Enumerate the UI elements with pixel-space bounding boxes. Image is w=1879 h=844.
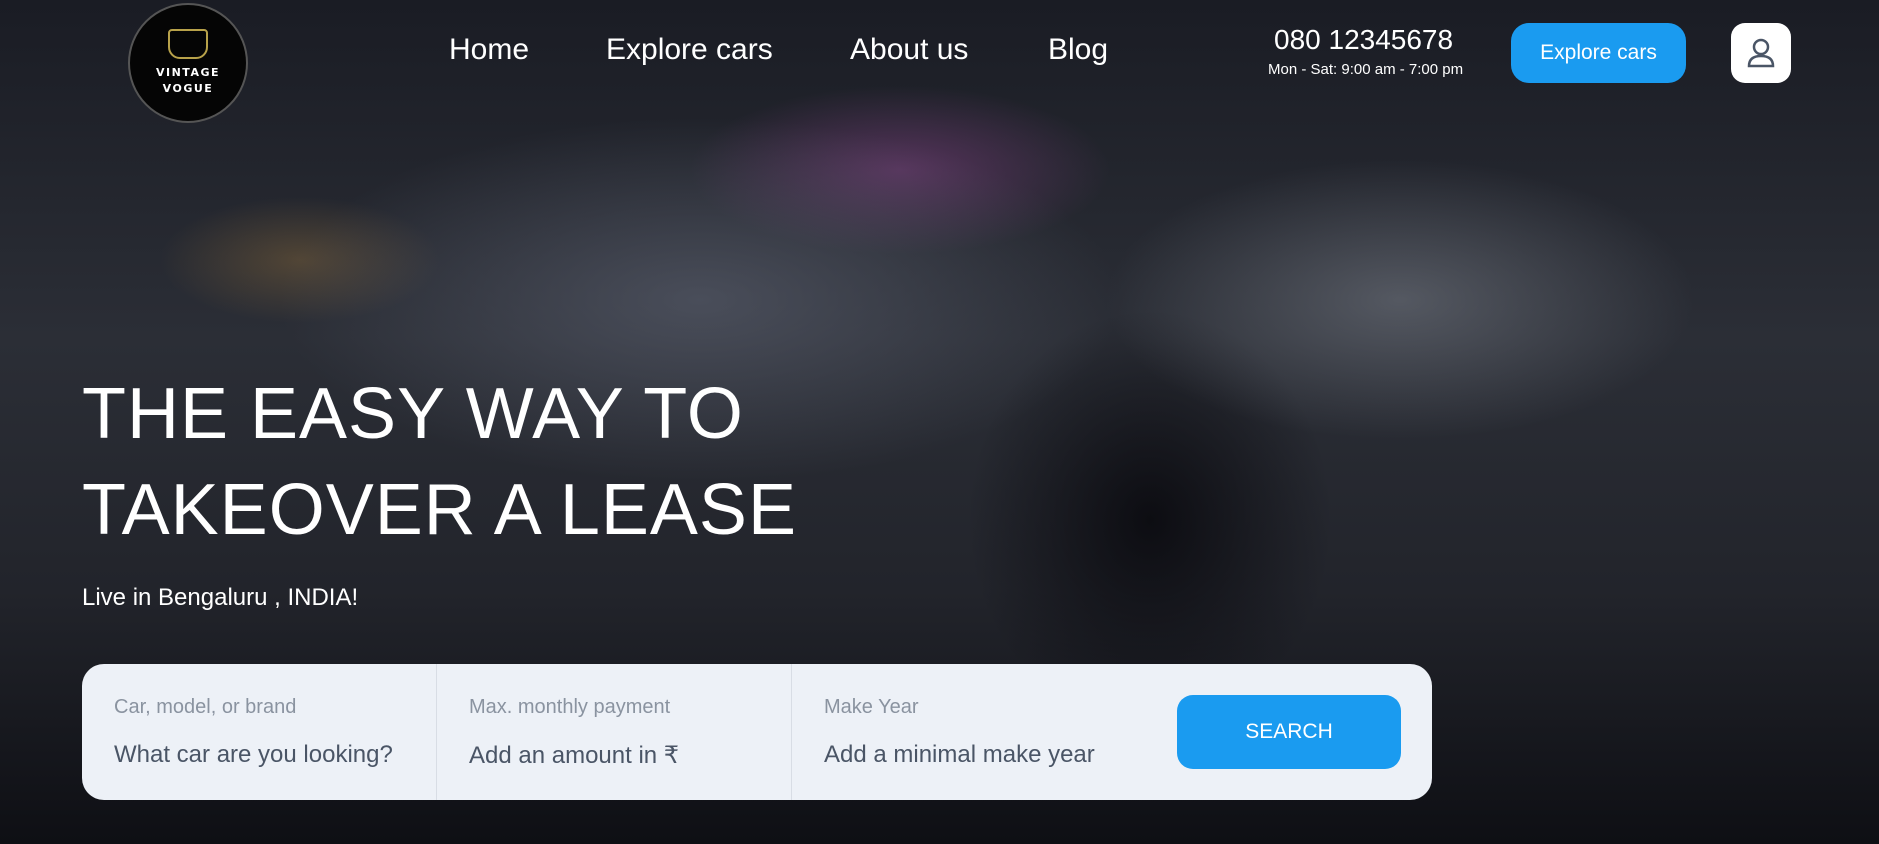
business-hours: Mon - Sat: 9:00 am - 7:00 pm: [1268, 61, 1464, 78]
nav-home[interactable]: Home: [449, 33, 529, 67]
make-year-input[interactable]: Add a minimal make year: [824, 741, 1140, 769]
nav-explore-cars[interactable]: Explore cars: [606, 33, 773, 67]
hero-title: THE EASY WAY TO TAKEOVER A LEASE: [82, 374, 797, 550]
search-button[interactable]: SEARCH: [1177, 695, 1401, 769]
nav-about-us[interactable]: About us: [850, 33, 968, 67]
car-model-field[interactable]: Car, model, or brand What car are you lo…: [82, 664, 437, 800]
hero-subtitle: Live in Bengaluru , INDIA!: [82, 584, 359, 611]
field-label: Max. monthly payment: [469, 696, 671, 718]
user-icon: [1747, 38, 1775, 68]
explore-cars-button[interactable]: Explore cars: [1511, 23, 1686, 83]
field-label: Car, model, or brand: [114, 696, 297, 718]
monthly-payment-input[interactable]: Add an amount in ₹: [469, 741, 759, 770]
nav-blog[interactable]: Blog: [1048, 33, 1108, 67]
logo-text: VOGUE: [162, 82, 214, 95]
monthly-payment-field[interactable]: Max. monthly payment Add an amount in ₹: [437, 664, 792, 800]
phone-number[interactable]: 080 12345678: [1274, 24, 1453, 56]
search-bar: Car, model, or brand What car are you lo…: [82, 664, 1432, 800]
make-year-field[interactable]: Make Year Add a minimal make year: [792, 664, 1172, 800]
user-account-button[interactable]: [1731, 23, 1791, 83]
logo-text: VINTAGE: [155, 66, 221, 79]
field-label: Make Year: [824, 696, 919, 718]
car-badge-icon: [168, 29, 208, 59]
car-model-input[interactable]: What car are you looking?: [114, 741, 404, 769]
logo[interactable]: VINTAGE VOGUE: [128, 3, 248, 123]
